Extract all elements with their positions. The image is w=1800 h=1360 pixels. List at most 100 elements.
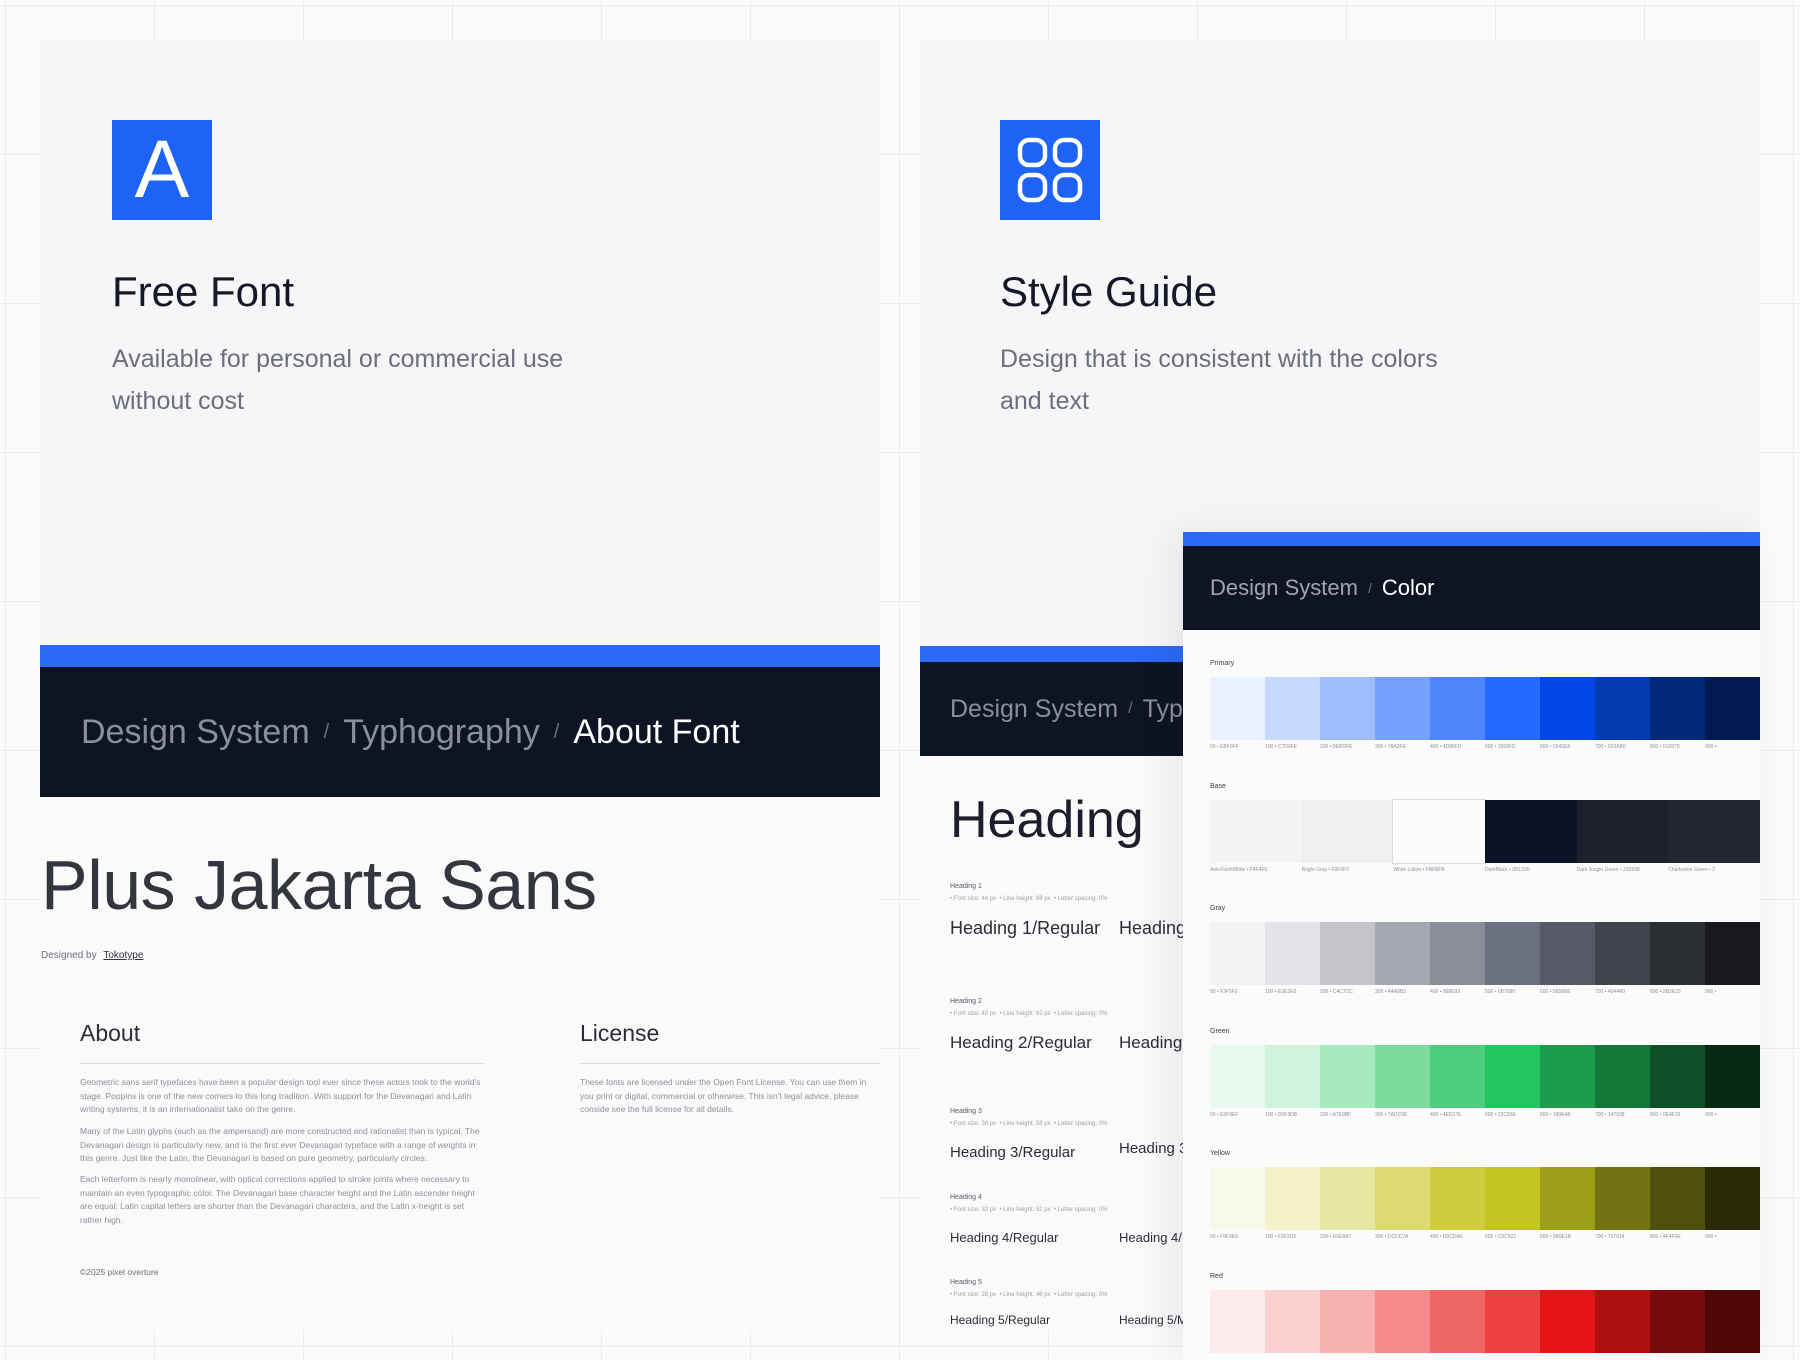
color-code: 700 • 147938 [1595,1111,1625,1118]
color-code: 400 • 4D86FD [1430,744,1462,750]
color-swatch[interactable] [1320,1167,1375,1230]
color-swatch[interactable] [1430,1167,1485,1230]
color-code: 800 • 0E4F26 [1650,1111,1681,1118]
color-code: 800 • 4F4F0E [1650,1234,1681,1240]
color-code: 600 • 565B66 [1540,989,1571,995]
breadcrumb-item[interactable]: Design System [1210,575,1358,601]
breadcrumb-item[interactable]: Typhography [343,713,540,752]
color-swatch[interactable] [1265,677,1320,740]
color-swatch[interactable] [1320,1289,1375,1353]
color-swatch[interactable] [1705,1044,1760,1108]
heading-level-label: Heading 1 [950,883,982,890]
color-swatch[interactable] [1650,922,1705,985]
color-swatch[interactable] [1375,922,1430,985]
palette-label: Yellow [1210,1150,1230,1157]
color-swatch[interactable] [1485,1289,1540,1353]
palette-swatch-row [1210,1289,1760,1353]
color-swatch[interactable] [1320,1044,1375,1108]
color-swatch[interactable] [1320,677,1375,740]
color-code: 800 • 012879 [1650,744,1680,750]
color-swatch[interactable] [1668,799,1760,863]
color-swatch[interactable] [1595,677,1650,740]
color-code: 300 • A4A8B3 [1375,989,1406,995]
color-code: 900 • [1705,1234,1717,1240]
color-swatch[interactable] [1650,677,1705,740]
color-code: Bright Gray • F0F0F2 [1301,866,1349,873]
color-swatch[interactable] [1430,677,1485,740]
color-code: 600 • 189E4B [1540,1111,1571,1118]
color-swatch[interactable] [1430,1044,1485,1108]
color-swatch[interactable] [1265,1289,1320,1353]
color-swatch[interactable] [1485,677,1540,740]
color-swatch[interactable] [1540,1289,1595,1353]
color-swatch[interactable] [1265,1044,1320,1108]
breadcrumb-item[interactable]: Typ [1143,695,1183,724]
color-swatch[interactable] [1484,799,1577,863]
color-code: 200 • C4C7CC [1320,989,1353,995]
color-swatch[interactable] [1375,1044,1430,1108]
color-swatch[interactable] [1210,1044,1265,1108]
about-divider [80,1063,484,1064]
breadcrumb-separator: / [1367,580,1372,596]
font-letter-logo: A [112,120,212,220]
color-swatch[interactable] [1320,922,1375,985]
color-swatch[interactable] [1375,1167,1430,1230]
color-swatch[interactable] [1650,1167,1705,1230]
palette-swatch-row [1210,1044,1760,1108]
breadcrumb-item[interactable]: Design System [950,695,1118,724]
color-swatch[interactable] [1650,1289,1705,1353]
color-code: 100 • E3E3E6 [1265,989,1297,995]
color-swatch[interactable] [1595,1044,1650,1108]
color-swatch[interactable] [1430,922,1485,985]
heading-sample-regular: Heading 2/Regular [950,1033,1092,1052]
color-swatch[interactable] [1595,1167,1650,1230]
color-swatch[interactable] [1485,1044,1540,1108]
color-swatch[interactable] [1210,677,1265,740]
breadcrumb: Design System / Color [1210,575,1434,601]
color-swatch[interactable] [1576,799,1669,863]
heading-level-meta: • Font size: 32 px • Line height: 52 px … [950,1207,1108,1213]
heading-sample-regular: Heading 5/Regular [950,1313,1051,1327]
color-swatch[interactable] [1485,922,1540,985]
breadcrumb-item[interactable]: Design System [81,713,310,752]
color-swatch[interactable] [1210,799,1302,863]
color-swatch[interactable] [1301,799,1394,863]
four-rounded-squares-icon [1000,120,1100,220]
breadcrumb: Design System / Typhography / About Font [81,713,740,752]
color-swatch[interactable] [1375,1289,1430,1353]
heading-level-label: Heading 5 [950,1279,982,1286]
color-swatch[interactable] [1210,1167,1265,1230]
color-swatch[interactable] [1705,1167,1760,1230]
color-code: 700 • 40444D [1595,989,1626,995]
four-rounded-squares-icon-graphic [1017,137,1083,203]
color-swatch[interactable] [1430,1289,1485,1353]
color-swatch[interactable] [1650,1044,1705,1108]
heading-sample-alt: Heading 3 [1119,1140,1188,1157]
color-swatch[interactable] [1540,1044,1595,1108]
color-swatch[interactable] [1375,677,1430,740]
color-code: 300 • DCDC7A [1375,1234,1409,1240]
color-swatch[interactable] [1485,1167,1540,1230]
color-swatch[interactable] [1705,1289,1760,1353]
palette-code-row: 50 • F9F9E9 100 • F3F2D3 200 • E6E8A7 300 •… [1210,1234,1760,1244]
color-swatch[interactable] [1540,677,1595,740]
color-swatch[interactable] [1705,922,1760,985]
color-swatch[interactable] [1705,677,1760,740]
color-swatch[interactable] [1210,1289,1265,1353]
color-swatch[interactable] [1392,798,1486,864]
breadcrumb: Design System / Typ [950,695,1183,724]
palette-code-row: 50 • F3F5F2 100 • E3E3E6 200 • C4C7CC 300 •… [1210,989,1760,999]
color-swatch[interactable] [1595,1289,1650,1353]
designer-link[interactable]: Tokotype [103,950,143,961]
color-swatch[interactable] [1540,1167,1595,1230]
color-swatch[interactable] [1210,922,1265,985]
color-swatch[interactable] [1265,1167,1320,1230]
color-code: Anti-FlashWhite • F4F4F6 [1210,866,1268,873]
color-code: 50 • E9F9EF [1210,1111,1239,1118]
color-swatch[interactable] [1265,922,1320,985]
color-swatch[interactable] [1595,922,1650,985]
designed-by: Designed by Tokotype [41,950,143,961]
color-swatch[interactable] [1540,922,1595,985]
typography-heading: Heading [950,791,1144,849]
heading-level-meta: • Font size: 40 px • Line height: 62 px … [950,1011,1108,1017]
